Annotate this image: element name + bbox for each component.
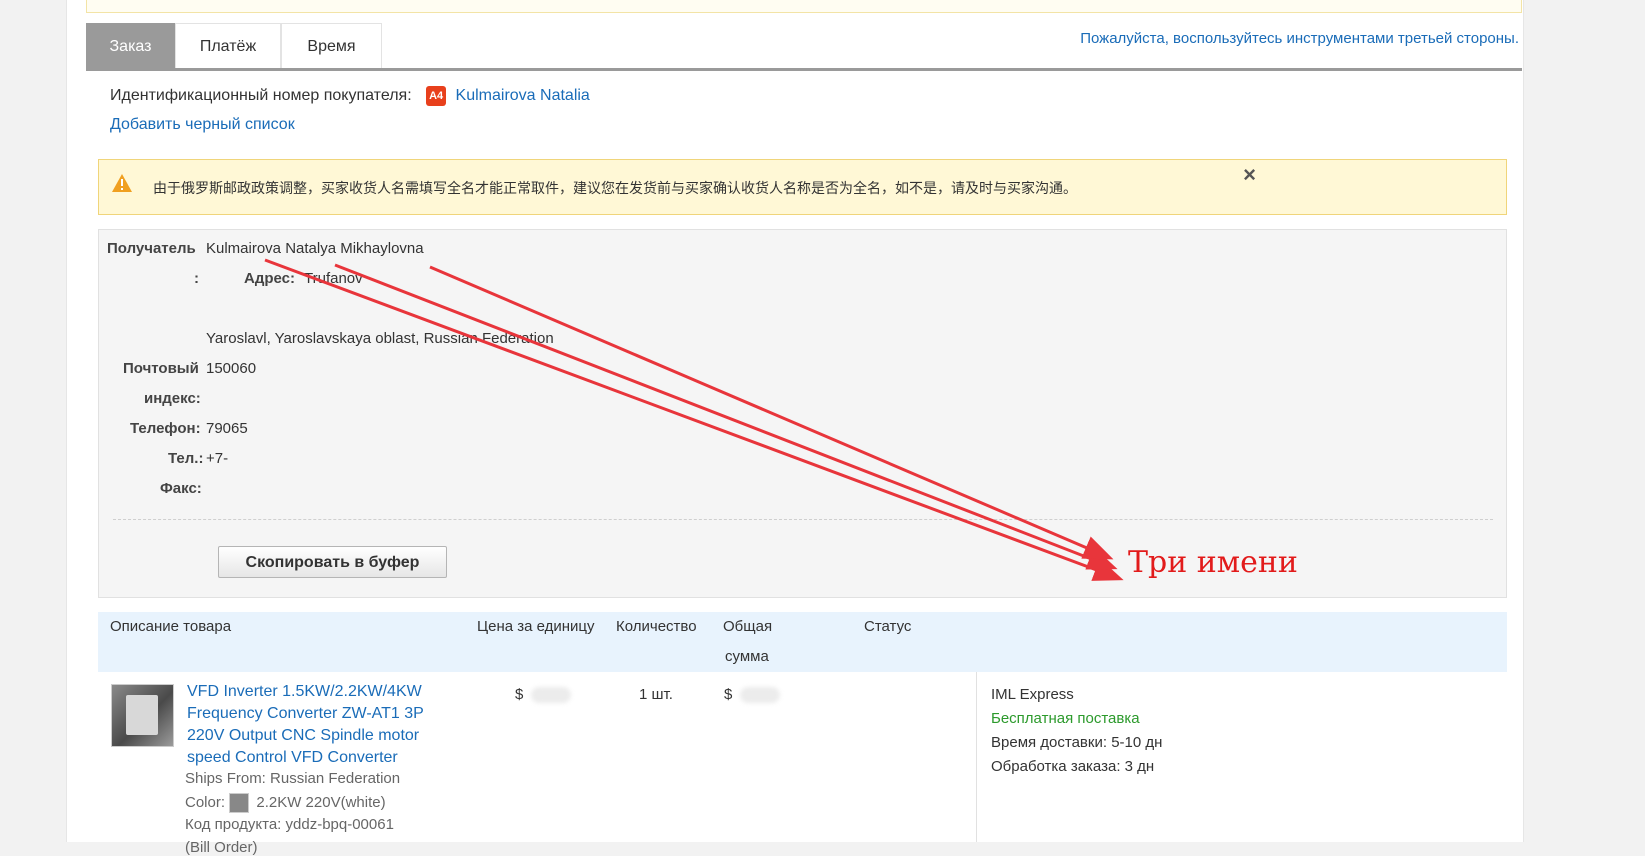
col-description: Описание товара — [110, 618, 232, 635]
col-total-2: сумма — [725, 648, 769, 665]
free-shipping: Бесплатная поставка — [991, 710, 1140, 727]
recipient-name: Kulmairova Natalya Mikhaylovna — [206, 240, 424, 257]
processing-time: Обработка заказа: 3 дн — [991, 758, 1155, 775]
policy-notice: 由于俄罗斯邮政政策调整，买家收货人名需填写全名才能正常取件，建议您在发货前与买家… — [98, 159, 1507, 215]
tel-value: +7- — [206, 450, 229, 467]
recipient-info-box: Получатель Kulmairova Natalya Mikhaylovn… — [98, 229, 1507, 598]
product-color: Color: 2.2KW 220V(white) — [185, 793, 386, 813]
product-thumbnail[interactable] — [111, 684, 174, 747]
table-row: VFD Inverter 1.5KW/2.2KW/4KW Frequency C… — [98, 672, 1507, 856]
annotation-label: Три имени — [1128, 545, 1298, 580]
recipient-label: Получатель — [107, 240, 196, 257]
phone-value: 79065 — [206, 420, 248, 437]
address-label: Адрес: — [244, 270, 295, 287]
divider — [113, 519, 1493, 520]
product-sku: Код продукта: yddz-bpq-00061 — [185, 816, 394, 833]
zip-value: 150060 — [206, 360, 257, 377]
top-strip — [86, 0, 1522, 13]
unit-price: $ — [515, 686, 572, 704]
col-total: Общая — [723, 618, 773, 635]
buyer-name-link[interactable]: Kulmairova Natalia — [456, 87, 590, 104]
phone-label: Телефон: — [130, 420, 201, 437]
table-header: Описание товара Цена за единицу Количест… — [98, 612, 1507, 672]
warning-icon — [111, 173, 133, 198]
total-price: $ — [724, 686, 781, 704]
notice-text: 由于俄罗斯邮政政策调整，买家收货人名需填写全名才能正常取件，建议您在发货前与买家… — [153, 180, 1077, 196]
zip-label: Почтовый — [123, 360, 199, 377]
fax-label: Факс: — [160, 480, 202, 497]
col-unit-price: Цена за единицу — [477, 618, 595, 635]
close-icon[interactable]: × — [1243, 162, 1256, 188]
hidden-total — [740, 687, 781, 704]
quantity-value: 1 шт. — [639, 686, 673, 703]
column-divider — [976, 672, 977, 842]
col-quantity: Количество — [616, 618, 697, 635]
color-swatch — [229, 793, 250, 813]
tab-order[interactable]: Заказ — [86, 23, 175, 68]
zip-label-2: индекс: — [144, 390, 201, 407]
buyer-id-row: Идентификационный номер покупателя: A4 K… — [110, 86, 590, 106]
carrier-name: IML Express — [991, 686, 1074, 703]
address-line1: Trufanov — [304, 270, 363, 287]
delivery-time: Время доставки: 5-10 дн — [991, 734, 1163, 751]
tab-time[interactable]: Время — [281, 23, 382, 68]
address-line2: Yaroslavl, Yaroslavskaya oblast, Russian… — [206, 330, 554, 347]
buyer-id-label: Идентификационный номер покупателя: — [110, 87, 412, 104]
product-title-link[interactable]: VFD Inverter 1.5KW/2.2KW/4KW Frequency C… — [187, 681, 437, 769]
add-blacklist-link[interactable]: Добавить черный список — [110, 116, 295, 134]
ships-from: Ships From: Russian Federation — [185, 770, 401, 787]
recipient-colon: : — [194, 270, 199, 287]
copy-to-clipboard-button[interactable]: Скопировать в буфер — [218, 546, 447, 578]
buyer-level-badge: A4 — [426, 86, 447, 106]
tel-label: Тел.: — [168, 450, 204, 467]
tab-payment[interactable]: Платёж — [175, 23, 281, 68]
col-status: Статус — [864, 618, 912, 635]
hidden-price — [531, 687, 572, 704]
third-party-tools-link[interactable]: Пожалуйста, воспользуйтесь инструментами… — [1080, 30, 1519, 47]
